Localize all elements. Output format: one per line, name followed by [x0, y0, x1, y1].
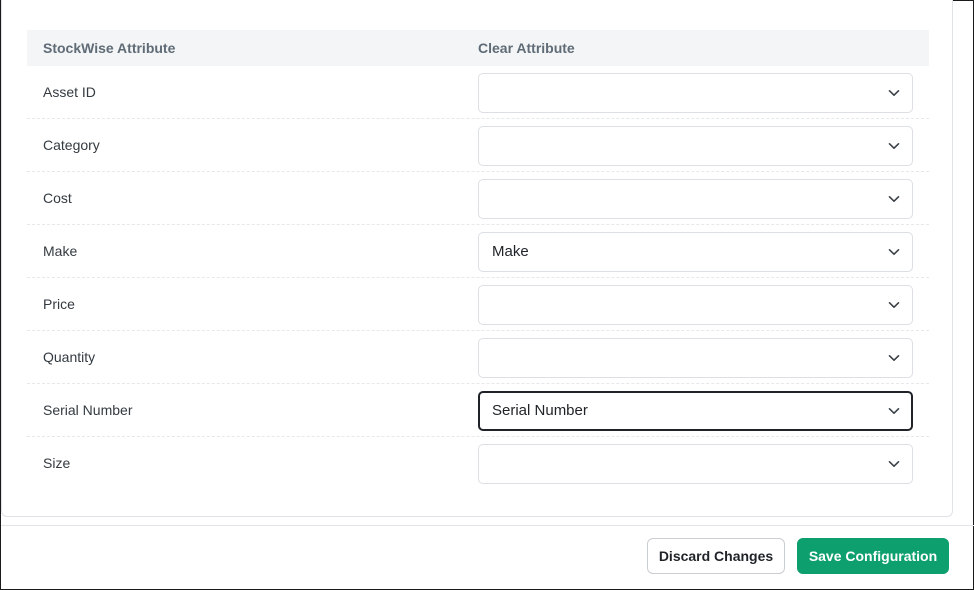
table-row: Serial Number Serial Number — [27, 384, 929, 437]
clear-attribute-select[interactable] — [478, 444, 913, 484]
chevron-down-icon — [888, 355, 900, 361]
clear-attribute-select[interactable] — [478, 126, 913, 166]
chevron-down-icon — [888, 408, 900, 414]
chevron-down-icon — [888, 249, 900, 255]
window-frame: StockWise Attribute Clear Attribute Asse… — [0, 0, 974, 590]
attribute-label: Size — [43, 455, 71, 471]
attribute-label: Quantity — [43, 349, 96, 365]
footer-divider — [1, 525, 974, 526]
save-configuration-button[interactable]: Save Configuration — [797, 538, 949, 574]
attribute-label: Make — [43, 243, 78, 259]
clear-attribute-select[interactable] — [478, 338, 913, 378]
attribute-label: Asset ID — [43, 84, 96, 100]
column-header-stockwise-attribute: StockWise Attribute — [43, 40, 176, 56]
table-row: Asset ID — [27, 66, 929, 119]
table-row: Cost — [27, 172, 929, 225]
attribute-label: Category — [43, 137, 100, 153]
table-row: Quantity — [27, 331, 929, 384]
clear-attribute-select[interactable]: Make — [478, 232, 913, 272]
chevron-down-icon — [888, 90, 900, 96]
discard-changes-button[interactable]: Discard Changes — [647, 538, 785, 574]
column-header-clear-attribute: Clear Attribute — [478, 40, 575, 56]
attribute-label: Serial Number — [43, 402, 133, 418]
clear-attribute-select[interactable]: Serial Number — [478, 391, 913, 431]
chevron-down-icon — [888, 461, 900, 467]
chevron-down-icon — [888, 302, 900, 308]
table-row: Price — [27, 278, 929, 331]
table-row: Category — [27, 119, 929, 172]
clear-attribute-select[interactable] — [478, 285, 913, 325]
clear-attribute-select[interactable] — [478, 73, 913, 113]
chevron-down-icon — [888, 143, 900, 149]
table-header: StockWise Attribute Clear Attribute — [27, 30, 929, 66]
table-row: Make Make — [27, 225, 929, 278]
chevron-down-icon — [888, 196, 900, 202]
mapping-card: StockWise Attribute Clear Attribute Asse… — [1, 0, 953, 517]
attribute-label: Cost — [43, 190, 72, 206]
clear-attribute-select[interactable] — [478, 179, 913, 219]
select-value: Serial Number — [492, 402, 588, 419]
table-row: Size — [27, 437, 929, 490]
attribute-label: Price — [43, 296, 75, 312]
select-value: Make — [492, 243, 529, 260]
